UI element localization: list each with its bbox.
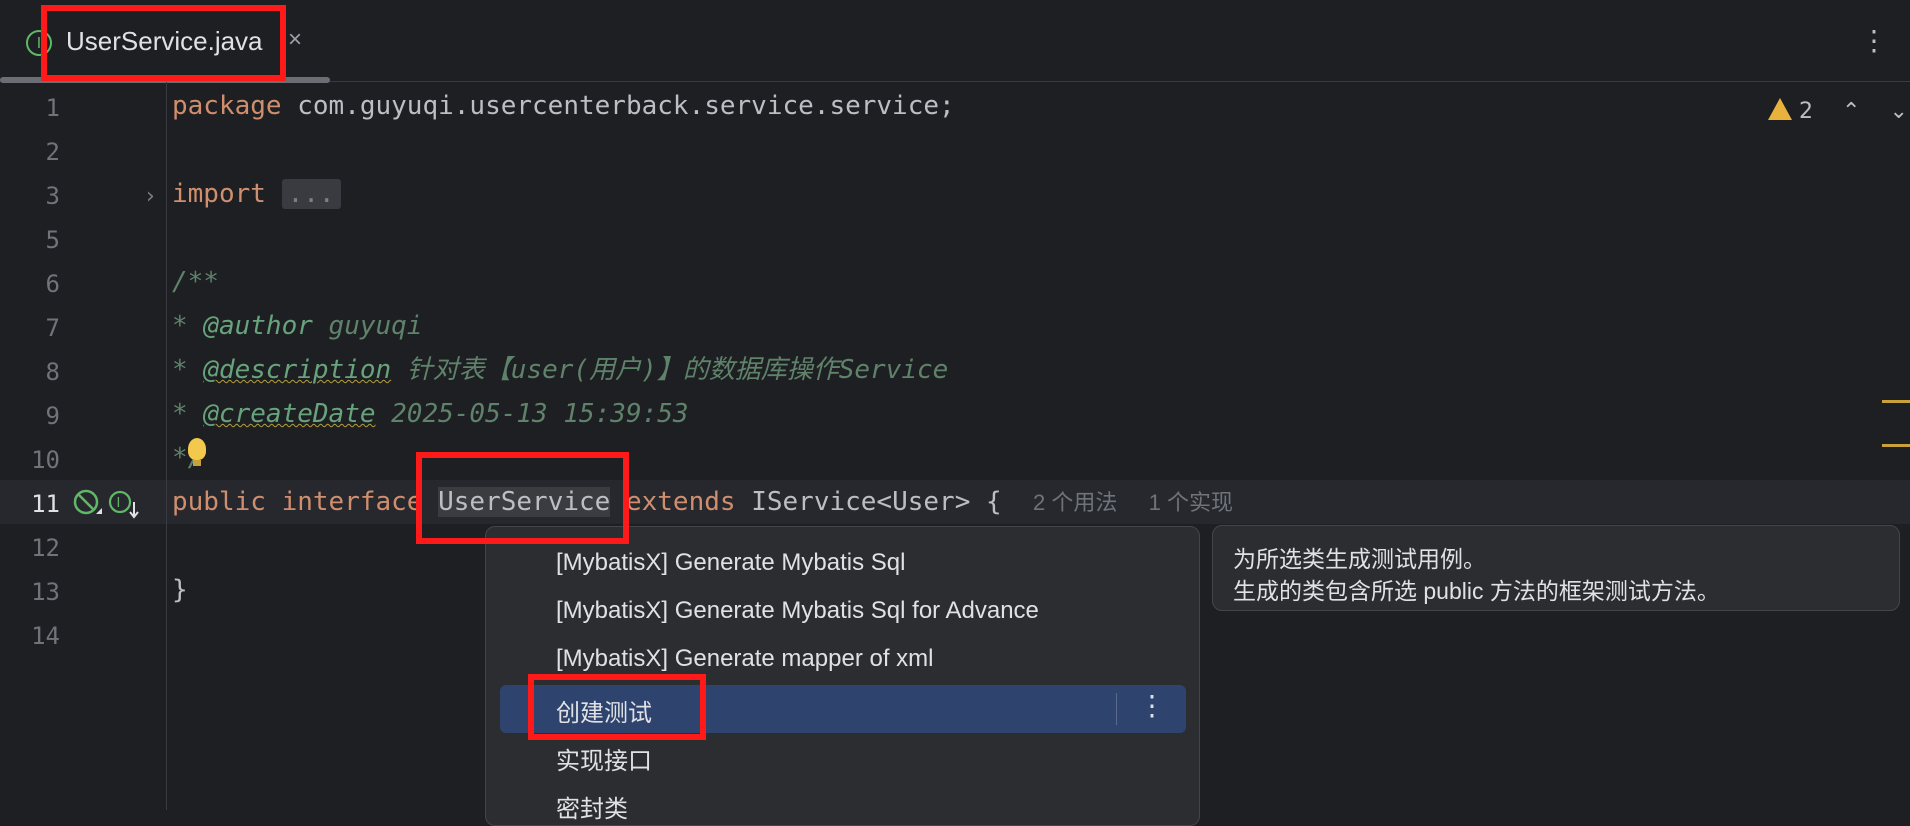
intention-description-tooltip: 为所选类生成测试用例。 生成的类包含所选 public 方法的框架测试方法。 <box>1212 525 1900 611</box>
line-number: 5 <box>45 226 60 254</box>
svg-text:I: I <box>117 496 121 511</box>
close-icon[interactable]: × <box>288 26 302 54</box>
annotation-box-tab <box>41 5 286 81</box>
warning-stripe[interactable] <box>1882 444 1910 447</box>
code-line-6[interactable]: /** <box>172 260 219 304</box>
menu-item-seal-class[interactable]: 密封类 <box>556 789 628 824</box>
inspection-widget[interactable]: 2 ⌃ ⌄ <box>1768 96 1908 126</box>
implemented-interface-icon[interactable]: I <box>108 490 140 520</box>
next-highlight-icon[interactable]: ⌄ <box>1889 99 1907 124</box>
code-line-7[interactable]: * @author guyuqi <box>172 304 422 348</box>
more-options-icon[interactable]: ⋮ <box>1860 24 1888 57</box>
annotation-box-create-test <box>528 674 706 740</box>
more-options-icon[interactable]: ⋮ <box>1138 689 1166 722</box>
line-number: 13 <box>31 578 60 606</box>
no-bean-icon[interactable] <box>72 488 102 518</box>
warning-stripe[interactable] <box>1882 400 1910 403</box>
line-number: 6 <box>45 270 60 298</box>
line-number: 11 <box>31 490 60 518</box>
line-number: 10 <box>31 446 60 474</box>
tooltip-line-2: 生成的类包含所选 public 方法的框架测试方法。 <box>1233 578 1720 604</box>
previous-highlight-icon[interactable]: ⌃ <box>1842 99 1860 124</box>
line-number: 1 <box>45 94 60 122</box>
menu-item-generate-mybatis-sql-advance[interactable]: [MybatisX] Generate Mybatis Sql for Adva… <box>556 597 1039 625</box>
fold-expand-icon[interactable]: › <box>146 184 155 209</box>
code-line-8[interactable]: * @description 针对表【user(用户)】的数据库操作Servic… <box>172 348 948 392</box>
code-line-1[interactable]: package com.guyuqi.usercenterback.servic… <box>172 84 955 128</box>
line-number: 9 <box>45 402 60 430</box>
code-line-9[interactable]: * @createDate 2025-05-13 15:39:53 <box>172 392 689 436</box>
warning-count: 2 <box>1799 99 1813 124</box>
line-number: 3 <box>45 182 60 210</box>
menu-item-generate-mybatis-sql[interactable]: [MybatisX] Generate Mybatis Sql <box>556 549 905 577</box>
line-number: 12 <box>31 534 60 562</box>
line-number: 2 <box>45 138 60 166</box>
menu-item-generate-mapper-xml[interactable]: [MybatisX] Generate mapper of xml <box>556 645 933 673</box>
editor-tab-bar: I UserService.java × ⋮ <box>0 0 1910 83</box>
code-line-13[interactable]: } <box>172 568 188 612</box>
warning-icon <box>1768 98 1792 120</box>
folded-imports[interactable]: ... <box>281 179 341 209</box>
code-line-3[interactable]: import ... <box>172 172 341 216</box>
usages-hint[interactable]: 2 个用法 <box>1033 490 1117 515</box>
menu-item-implement-interface[interactable]: 实现接口 <box>556 741 652 776</box>
implementations-hint[interactable]: 1 个实现 <box>1149 490 1233 515</box>
lightbulb-icon[interactable] <box>188 438 206 466</box>
line-number: 14 <box>31 622 60 650</box>
tooltip-line-1: 为所选类生成测试用例。 <box>1233 546 1486 572</box>
code-line-11[interactable]: public interface UserService extends ISe… <box>172 480 1233 525</box>
popup-separator <box>1116 693 1117 725</box>
line-number: 7 <box>45 314 60 342</box>
line-number: 8 <box>45 358 60 386</box>
annotation-box-classname <box>416 452 629 544</box>
